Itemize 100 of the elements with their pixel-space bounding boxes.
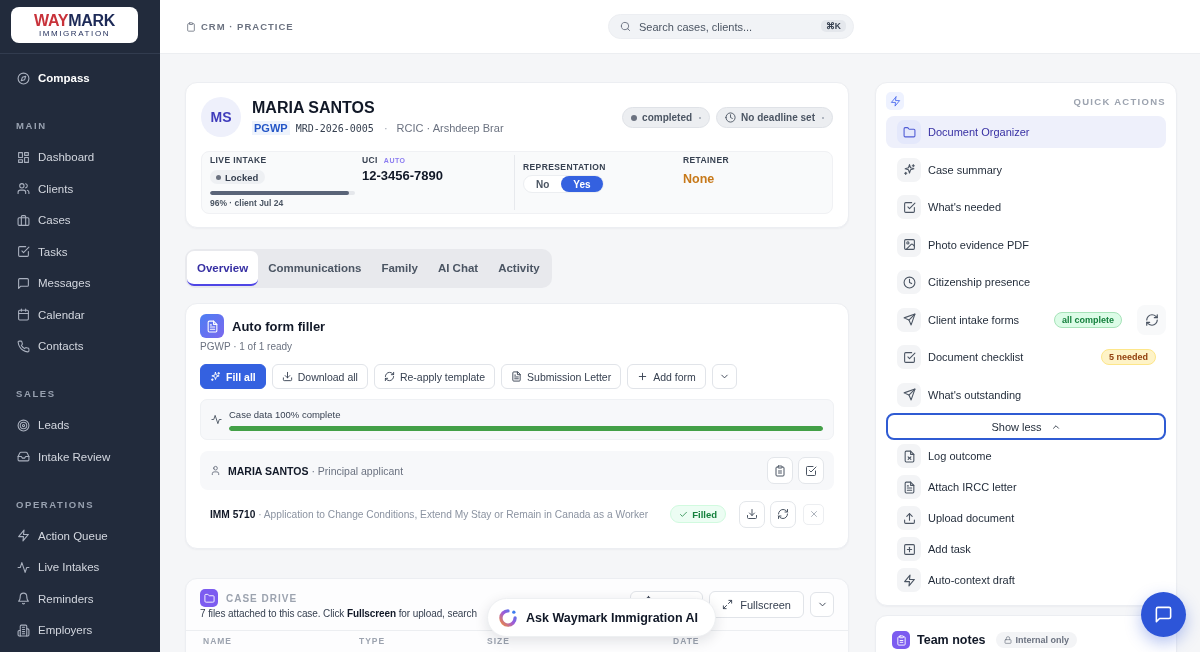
clipboard-button[interactable] xyxy=(767,457,793,484)
column-header: SIZE xyxy=(487,636,511,646)
lightning-icon xyxy=(17,529,30,542)
tab[interactable]: Communications xyxy=(258,251,372,286)
download-icon xyxy=(746,508,758,520)
users-icon xyxy=(17,182,30,195)
target-icon xyxy=(17,418,30,432)
nav-item[interactable]: Contacts xyxy=(0,330,160,362)
checkbox-icon xyxy=(805,464,817,477)
intake-caption: 96% · client Jul 24 xyxy=(210,198,284,209)
person-icon xyxy=(210,465,221,476)
nav-item[interactable]: Leads xyxy=(0,409,160,441)
form-status: Filled xyxy=(692,508,717,520)
nav-item[interactable]: Dashboard xyxy=(0,141,160,173)
card-subtitle: PGWP · 1 of 1 ready xyxy=(200,341,294,353)
action-button[interactable]: Submission Letter xyxy=(501,364,622,389)
quick-action[interactable]: Citizenship presence xyxy=(886,266,1166,298)
column-header: DATE xyxy=(673,636,701,646)
refresh-button[interactable] xyxy=(770,500,796,528)
toggle-option[interactable]: No xyxy=(524,176,562,192)
clipboard-list-icon xyxy=(892,631,910,649)
quick-action[interactable]: Attach IRCC letter xyxy=(886,473,1166,501)
nav-section-heading: MAIN xyxy=(15,119,48,133)
logo-wordmark: WAYMARK xyxy=(34,12,115,28)
quick-action[interactable]: Upload document xyxy=(886,504,1166,532)
nav-item[interactable]: Cases xyxy=(0,204,160,236)
action-button[interactable]: Download all xyxy=(271,364,368,389)
toggle-option[interactable]: Yes xyxy=(561,176,603,192)
representative: RCIC · Arshdeep Brar xyxy=(396,122,504,134)
checkbox-icon xyxy=(897,195,921,219)
form-title: IMM 5710 · Application to Change Conditions, Extend My Stay or Remain in Canada as a Worker xyxy=(210,508,649,520)
breadcrumb: CRM · PRACTICE xyxy=(201,21,294,32)
bell-icon xyxy=(17,592,30,605)
refresh-icon xyxy=(777,508,789,520)
ask-ai-toast[interactable]: Ask Waymark Immigration AI xyxy=(487,598,716,637)
logo-card[interactable]: WAYMARK IMMIGRATION xyxy=(11,7,138,43)
quick-action[interactable]: Log outcome xyxy=(886,442,1166,470)
uci-number: 12-3456-7890 xyxy=(362,167,443,184)
separator: · xyxy=(383,122,388,134)
speech-bubble-icon xyxy=(17,276,30,290)
nav-item[interactable]: Calendar xyxy=(0,298,160,331)
calendar-icon xyxy=(17,308,30,321)
tab[interactable]: AI Chat xyxy=(427,251,489,286)
nav-item[interactable]: Live Intakes xyxy=(0,551,160,583)
building-icon xyxy=(17,623,30,637)
image-icon xyxy=(897,232,921,257)
nav-item[interactable]: Clients xyxy=(0,172,160,205)
drive-description: 7 files attached to this case. Click Fullscreen for upload, search xyxy=(200,607,477,620)
quick-action[interactable]: Auto-context draft xyxy=(886,566,1166,594)
column-header: NAME xyxy=(203,636,234,646)
action-button[interactable]: Fill all xyxy=(200,364,266,389)
briefcase-icon xyxy=(17,213,30,227)
checklist-button[interactable] xyxy=(798,457,824,484)
download-icon xyxy=(281,371,293,382)
card-title: Team notes xyxy=(917,633,986,647)
nav-item[interactable]: Compass xyxy=(0,62,160,94)
upload-icon xyxy=(897,506,921,530)
nav-item[interactable]: Intake Review xyxy=(0,440,160,473)
download-button[interactable] xyxy=(739,500,765,528)
deadline-dropdown[interactable]: No deadline set xyxy=(716,107,833,128)
refresh-icon xyxy=(383,371,395,382)
quick-action[interactable]: Document Organizer xyxy=(886,116,1166,148)
inbox-icon xyxy=(17,450,30,463)
tab[interactable]: Overview xyxy=(187,251,259,286)
status-dropdown[interactable]: completed xyxy=(622,107,711,128)
search-icon xyxy=(620,21,631,32)
status-dot-icon xyxy=(631,114,638,121)
refresh-button[interactable] xyxy=(1137,304,1166,335)
action-button[interactable]: Re-apply template xyxy=(373,364,496,389)
quick-action[interactable]: Case summary xyxy=(886,153,1166,186)
action-button[interactable]: Add form xyxy=(627,364,706,389)
fullscreen-button[interactable]: Fullscreen xyxy=(709,591,804,618)
compass-icon xyxy=(17,71,30,85)
nav-item[interactable]: Employers xyxy=(0,614,160,646)
document-x-icon xyxy=(897,444,921,468)
refresh-icon xyxy=(1144,312,1159,327)
status-tag: 5 needed xyxy=(1101,349,1156,365)
quick-action[interactable]: Client intake forms xyxy=(886,303,1054,336)
show-less-button[interactable]: Show less xyxy=(886,413,1166,440)
nav-section-heading: OPERATIONS xyxy=(15,497,96,512)
nav-item[interactable]: Action Queue xyxy=(0,519,160,552)
paper-plane-icon xyxy=(897,307,921,332)
nav-item[interactable]: Tasks xyxy=(0,235,160,268)
quick-action[interactable]: Photo evidence PDF xyxy=(886,228,1166,261)
checkbox-icon xyxy=(897,345,921,369)
quick-action[interactable]: Add task xyxy=(886,535,1166,563)
file-number: MRD-2026-0005 xyxy=(295,122,374,134)
quick-action[interactable]: What's outstanding xyxy=(886,378,1166,411)
quick-action[interactable]: Document checklist xyxy=(886,341,1101,373)
nav-item[interactable]: Messages xyxy=(0,267,160,299)
visibility-label: Internal only xyxy=(1015,635,1070,645)
checkmark-icon xyxy=(679,509,689,519)
tab[interactable]: Activity xyxy=(488,251,550,286)
checkbox-icon xyxy=(17,245,30,258)
plus-icon xyxy=(637,371,649,382)
status-tag: all complete xyxy=(1053,311,1122,328)
nav-item[interactable]: Reminders xyxy=(0,582,160,615)
sparkle-icon xyxy=(210,371,221,382)
quick-action[interactable]: What's needed xyxy=(886,191,1166,223)
tab[interactable]: Family xyxy=(371,251,428,286)
